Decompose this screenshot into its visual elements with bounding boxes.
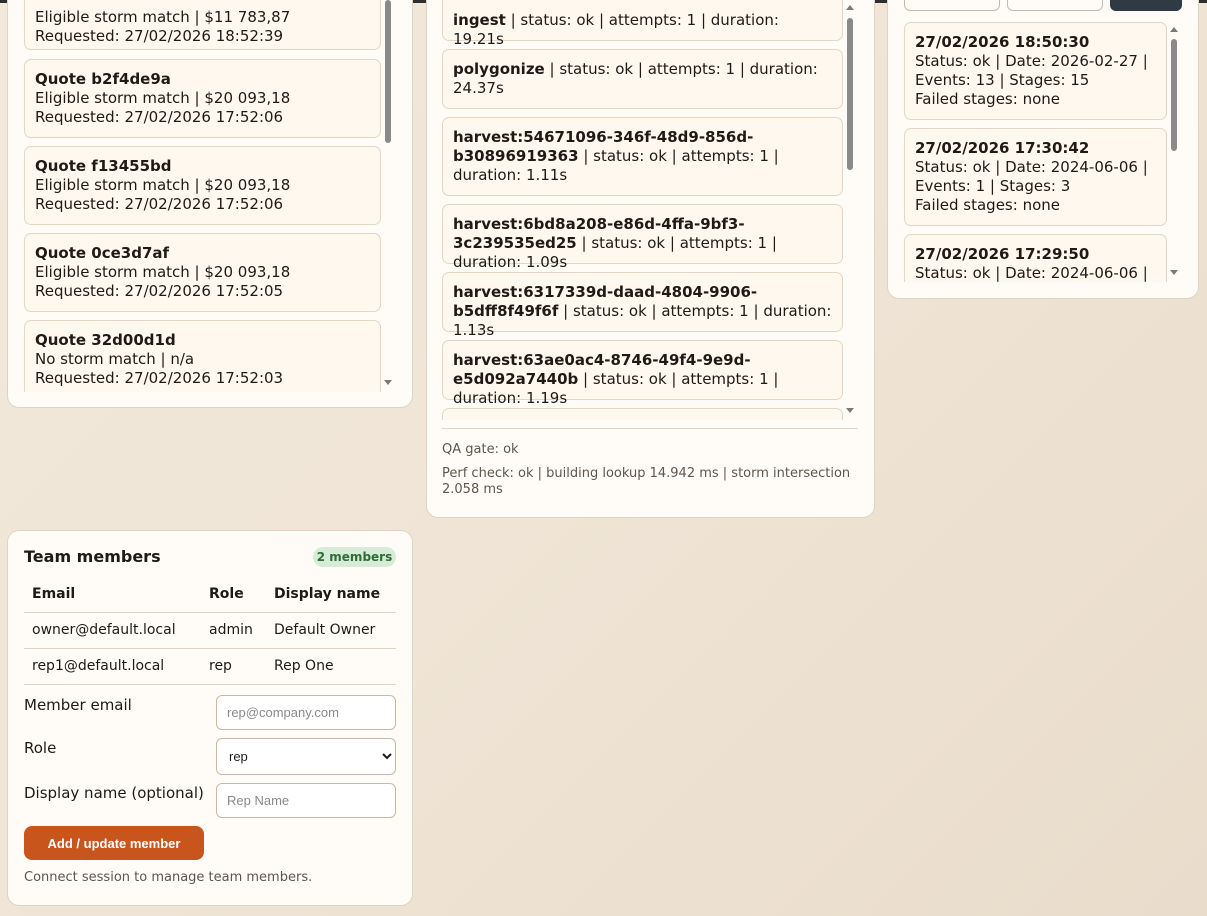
quote-match-line: Eligible storm match | $20 093,18 <box>35 176 291 194</box>
stage-card[interactable] <box>442 408 843 420</box>
quotes-scrollbar-thumb[interactable] <box>385 0 391 143</box>
stages-scrollbar-thumb[interactable] <box>847 18 853 170</box>
members-table: Email Role Display name owner@default.lo… <box>24 577 396 685</box>
quote-match-line: Eligible storm match | $11 783,87 <box>35 8 291 26</box>
runs-scrollbar[interactable] <box>1170 36 1178 266</box>
run-counts-line: Events: 1 | Stages: 3 <box>915 177 1071 195</box>
toolbar-button[interactable] <box>904 0 1000 11</box>
scroll-down-icon[interactable] <box>384 380 392 385</box>
table-header-row: Email Role Display name <box>24 577 396 613</box>
runs-list[interactable]: 27/02/2026 18:50:30 Status: ok | Date: 2… <box>904 22 1168 282</box>
stage-card[interactable]: ingest | status: ok | attempts: 1 | dura… <box>442 0 843 48</box>
column-header-email: Email <box>24 577 201 613</box>
quote-match-line: Eligible storm match | $20 093,18 <box>35 263 291 281</box>
run-failed-line: Failed stages: none <box>915 90 1060 108</box>
quote-match-line: Eligible storm match | $20 093,18 <box>35 89 291 107</box>
member-display-name: Default Owner <box>266 612 396 649</box>
member-email: owner@default.local <box>24 612 201 649</box>
run-counts-line: Events: 13 | Stages: 15 <box>915 71 1090 89</box>
run-failed-line: Failed stages: none <box>915 196 1060 214</box>
team-hint: Connect session to manage team members. <box>24 870 313 885</box>
run-timestamp: 27/02/2026 17:30:42 <box>915 139 1090 157</box>
quote-match-line: No storm match | n/a <box>35 350 195 368</box>
stages-list[interactable]: ingest | status: ok | attempts: 1 | dura… <box>442 0 844 420</box>
display-name-input[interactable] <box>216 783 396 818</box>
run-card[interactable]: 27/02/2026 17:30:42 Status: ok | Date: 2… <box>904 128 1167 226</box>
toolbar-primary-button[interactable] <box>1110 0 1182 11</box>
table-row[interactable]: owner@default.local admin Default Owner <box>24 612 396 649</box>
quotes-list[interactable]: Eligible storm match | $11 783,87 Reques… <box>24 0 384 392</box>
quote-card[interactable]: Quote 0ce3d7af Eligible storm match | $2… <box>24 233 381 312</box>
role-label: Role <box>24 739 57 757</box>
table-row[interactable]: rep1@default.local rep Rep One <box>24 648 396 685</box>
quote-card[interactable]: Quote b2f4de9a Eligible storm match | $2… <box>24 59 381 138</box>
quote-requested-line: Requested: 27/02/2026 17:52:06 <box>35 195 284 213</box>
member-email-input[interactable] <box>216 695 396 730</box>
member-role: rep <box>201 648 266 685</box>
run-status-line: Status: ok | Date: 2024-06-06 | <box>915 158 1148 176</box>
quote-title: Quote 0ce3d7af <box>35 244 170 262</box>
scroll-down-icon[interactable] <box>846 408 854 413</box>
stages-scrollbar[interactable] <box>846 14 854 414</box>
run-status-line: Status: ok | Date: 2026-02-27 | <box>915 52 1148 70</box>
quotes-scrollbar[interactable] <box>384 0 392 392</box>
run-timestamp: 27/02/2026 17:29:50 <box>915 245 1090 263</box>
scroll-up-icon[interactable] <box>1170 27 1178 32</box>
member-display-name: Rep One <box>266 648 396 685</box>
perf-check-status: Perf check: ok | building lookup 14.942 … <box>442 466 851 497</box>
column-header-display-name: Display name <box>266 577 396 613</box>
run-card[interactable]: 27/02/2026 17:29:50 Status: ok | Date: 2… <box>904 234 1167 282</box>
quote-card[interactable]: Quote f13455bd Eligible storm match | $2… <box>24 146 381 225</box>
run-timestamp: 27/02/2026 18:50:30 <box>915 33 1090 51</box>
member-count-badge: 2 members <box>313 547 396 567</box>
quote-requested-line: Requested: 27/02/2026 18:52:39 <box>35 27 284 45</box>
scroll-up-icon[interactable] <box>846 5 854 10</box>
stage-card[interactable]: polygonize | status: ok | attempts: 1 | … <box>442 49 843 109</box>
team-title: Team members <box>24 547 161 566</box>
stage-card[interactable]: harvest:63ae0ac4-8746-49f4-9e9d-e5d092a7… <box>442 340 843 407</box>
quote-title: Quote f13455bd <box>35 157 172 175</box>
quote-card[interactable]: Quote 32d00d1d No storm match | n/a Requ… <box>24 320 381 392</box>
role-select[interactable]: rep <box>216 738 396 775</box>
stage-name: ingest <box>453 11 506 29</box>
add-update-member-button[interactable]: Add / update member <box>24 826 204 860</box>
member-email-label: Member email <box>24 696 132 714</box>
member-role: admin <box>201 612 266 649</box>
quote-requested-line: Requested: 27/02/2026 17:52:05 <box>35 282 284 300</box>
stage-name: polygonize <box>453 60 545 78</box>
scroll-down-icon[interactable] <box>1170 270 1178 275</box>
stage-card[interactable]: harvest:54671096-346f-48d9-856d-b3089691… <box>442 117 843 196</box>
run-card[interactable]: 27/02/2026 18:50:30 Status: ok | Date: 2… <box>904 22 1167 120</box>
quote-title: Quote b2f4de9a <box>35 70 171 88</box>
quote-requested-line: Requested: 27/02/2026 17:52:03 <box>35 369 284 387</box>
member-email: rep1@default.local <box>24 648 201 685</box>
column-header-role: Role <box>201 577 266 613</box>
qa-gate-status: QA gate: ok <box>442 442 519 457</box>
runs-scrollbar-thumb[interactable] <box>1171 39 1177 151</box>
stages-divider <box>442 428 858 429</box>
quote-requested-line: Requested: 27/02/2026 17:52:06 <box>35 108 284 126</box>
quote-title: Quote 32d00d1d <box>35 331 176 349</box>
display-name-label: Display name (optional) <box>24 784 204 802</box>
toolbar-button[interactable] <box>1007 0 1103 11</box>
run-status-line: Status: ok | Date: 2024-06-06 | <box>915 264 1148 282</box>
stage-card[interactable]: harvest:6317339d-daad-4804-9906-b5dff8f4… <box>442 272 843 339</box>
stage-card[interactable]: harvest:6bd8a208-e86d-4ffa-9bf3-3c239535… <box>442 204 843 271</box>
quote-card[interactable]: Eligible storm match | $11 783,87 Reques… <box>24 0 381 50</box>
